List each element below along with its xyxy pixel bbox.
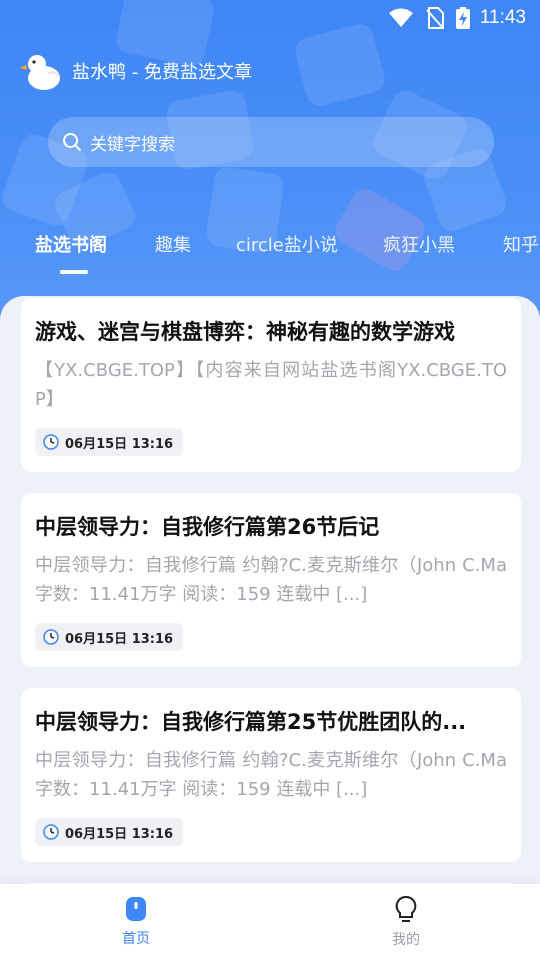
clock-icon xyxy=(43,434,59,450)
article-title: 中层领导力：自我修行篇第26节后记 xyxy=(35,515,380,539)
nav-mine[interactable]: 我的 xyxy=(356,884,456,960)
home-icon xyxy=(126,897,146,921)
tab-yanxuan-shuge[interactable]: 盐选书阁 xyxy=(35,231,107,257)
article-card[interactable]: 中层领导力：自我修行篇第25节优胜团队的... 中层领导力：自我修行篇 约翰?C… xyxy=(21,688,521,862)
article-card[interactable]: 中层领导力：自我修行篇第26节后记 中层领导力：自我修行篇 约翰?C.麦克斯维尔… xyxy=(21,493,521,667)
tab-circle[interactable]: circle盐小说 xyxy=(236,231,338,257)
search-input[interactable]: 关键字搜索 xyxy=(48,117,494,167)
article-date: 06月15日 13:16 xyxy=(35,623,184,651)
article-title: 游戏、迷宫与棋盘博弈：神秘有趣的数学游戏 xyxy=(35,320,455,344)
app-header: 盐水鸭 - 免费盐选文章 xyxy=(20,50,252,92)
clock-icon xyxy=(43,824,59,840)
tab-fengkuang-xiaohei[interactable]: 疯狂小黑 xyxy=(383,231,455,257)
article-date: 06月15日 13:16 xyxy=(35,818,184,846)
app-title: 盐水鸭 - 免费盐选文章 xyxy=(72,62,252,83)
article-date-text: 06月15日 13:16 xyxy=(65,436,174,452)
status-time: 11:43 xyxy=(479,7,526,28)
article-list: 游戏、迷宫与棋盘博弈：神秘有趣的数学游戏 【YX.CBGE.TOP】【内容来自网… xyxy=(0,296,540,960)
duck-logo-icon xyxy=(20,55,60,90)
nav-home-label: 首页 xyxy=(122,931,150,947)
search-placeholder: 关键字搜索 xyxy=(90,134,175,155)
article-card[interactable]: 游戏、迷宫与棋盘博弈：神秘有趣的数学游戏 【YX.CBGE.TOP】【内容来自网… xyxy=(21,298,521,472)
nav-home[interactable]: 首页 xyxy=(86,884,186,960)
article-desc: 中层领导力：自我修行篇 约翰?C.麦克斯维尔（John C.Ma 字数：11.4… xyxy=(35,750,507,800)
category-tabs: 盐选书阁 趣集 circle盐小说 疯狂小黑 知乎 xyxy=(0,225,540,265)
bottom-nav: 首页 我的 xyxy=(0,884,540,960)
tab-quji[interactable]: 趣集 xyxy=(155,231,191,257)
article-desc: 中层领导力：自我修行篇 约翰?C.麦克斯维尔（John C.Ma 字数：11.4… xyxy=(35,555,507,605)
nav-mine-label: 我的 xyxy=(392,932,420,948)
status-bar: 11:43 xyxy=(0,0,540,36)
battery-charging-icon xyxy=(455,7,470,29)
article-date-text: 06月15日 13:16 xyxy=(65,631,174,647)
article-desc: 【YX.CBGE.TOP】【内容来自网站盐选书阁YX.CBGE.TOP】 xyxy=(35,360,507,410)
article-title: 中层领导力：自我修行篇第25节优胜团队的... xyxy=(35,710,467,734)
article-date-text: 06月15日 13:16 xyxy=(65,826,174,842)
tab-active-indicator xyxy=(60,270,88,274)
no-sim-icon xyxy=(426,7,444,29)
tab-zhihu[interactable]: 知乎 xyxy=(503,231,539,257)
article-date: 06月15日 13:16 xyxy=(35,428,184,456)
search-icon xyxy=(63,133,81,151)
wifi-icon xyxy=(388,8,413,27)
clock-icon xyxy=(43,629,59,645)
lightbulb-icon xyxy=(395,895,417,922)
